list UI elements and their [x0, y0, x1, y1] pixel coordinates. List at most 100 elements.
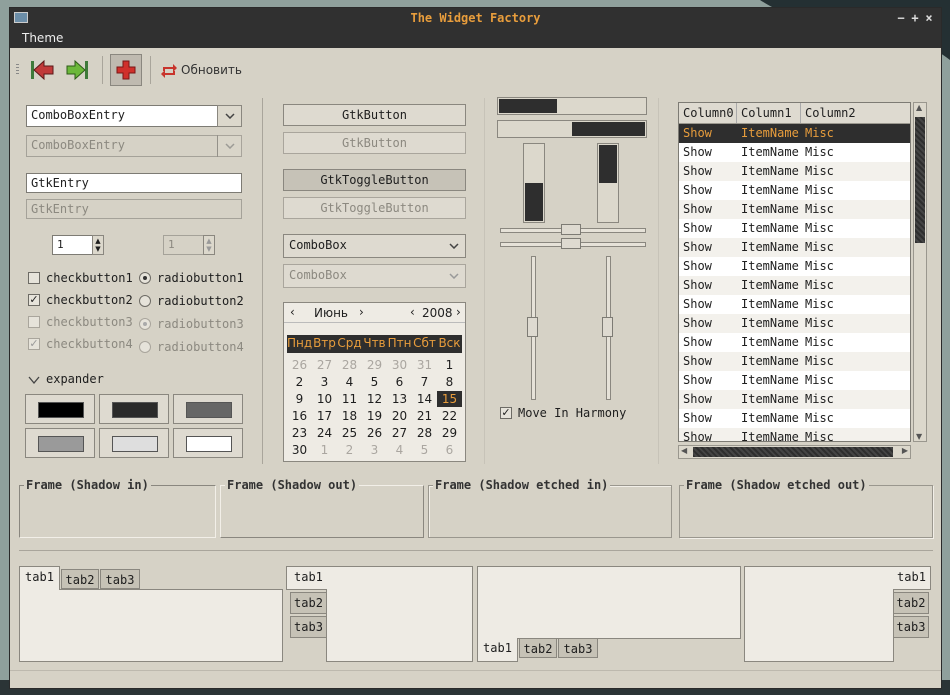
notebook-left-tab1[interactable]: tab1 — [286, 566, 327, 590]
calendar-day[interactable]: 11 — [337, 391, 362, 407]
calendar-day[interactable]: 30 — [287, 442, 312, 458]
color-button-midgray[interactable] — [25, 428, 95, 458]
calendar-day[interactable]: 26 — [362, 425, 387, 441]
vertical-scale-2[interactable] — [602, 256, 613, 400]
calendar-day[interactable]: 4 — [387, 442, 412, 458]
tree-row[interactable]: Show ItemName Misc — [679, 143, 910, 162]
horizontal-scale-2[interactable] — [500, 238, 646, 249]
refresh-button[interactable]: Обновить — [160, 58, 242, 82]
calendar-day[interactable]: 5 — [412, 442, 437, 458]
radiobutton2-label[interactable]: radiobutton2 — [157, 294, 244, 308]
calendar-day[interactable]: 15 — [437, 391, 462, 407]
tree-row[interactable]: Show ItemName Misc — [679, 219, 910, 238]
color-button-dark[interactable] — [99, 394, 169, 424]
close-button[interactable]: × — [922, 8, 936, 28]
go-last-button[interactable] — [62, 54, 94, 86]
calendar-day[interactable]: 21 — [412, 408, 437, 424]
color-button-white[interactable] — [173, 428, 243, 458]
vertical-scale-1[interactable] — [527, 256, 538, 400]
toolbar-grip[interactable] — [16, 64, 19, 74]
notebook-bottom-tab1[interactable]: tab1 — [477, 638, 518, 662]
scroll-right-icon[interactable]: ▶ — [902, 446, 908, 455]
vertical-scale-2-slider[interactable] — [602, 317, 613, 337]
scroll-up-icon[interactable]: ▲ — [916, 103, 922, 112]
calendar-prev-month-icon[interactable]: ‹ — [290, 305, 295, 319]
calendar-next-year-icon[interactable]: › — [456, 305, 461, 319]
tree-horizontal-scroll-thumb[interactable] — [693, 447, 893, 457]
notebook-right-tab2[interactable]: tab2 — [893, 592, 929, 614]
calendar-day[interactable]: 26 — [287, 357, 312, 373]
notebook-bottom-tab3[interactable]: tab3 — [558, 638, 598, 658]
tree-row[interactable]: Show ItemName Misc — [679, 162, 910, 181]
notebook-right-tab3[interactable]: tab3 — [893, 616, 929, 638]
radiobutton1-circle[interactable] — [139, 272, 151, 284]
spin-up-icon[interactable]: ▲ — [95, 237, 100, 245]
spin-button-arrows[interactable]: ▲ ▼ — [92, 235, 104, 255]
notebook-top-tab2[interactable]: tab2 — [61, 569, 99, 589]
radiobutton2-circle[interactable] — [139, 295, 151, 307]
spin-down-icon[interactable]: ▼ — [95, 245, 100, 253]
combobox[interactable]: ComboBox — [283, 234, 466, 258]
calendar-day[interactable]: 31 — [412, 357, 437, 373]
calendar-day[interactable]: 4 — [337, 374, 362, 390]
calendar-day[interactable]: 24 — [312, 425, 337, 441]
go-first-button[interactable] — [26, 54, 58, 86]
calendar-day[interactable]: 14 — [412, 391, 437, 407]
tree-row[interactable]: Show ItemName Misc — [679, 238, 910, 257]
checkbutton1-box[interactable] — [28, 272, 40, 284]
scroll-left-icon[interactable]: ◀ — [681, 446, 687, 455]
calendar-day[interactable]: 1 — [437, 357, 462, 373]
vertical-scale-1-slider[interactable] — [527, 317, 538, 337]
horizontal-scale-1[interactable] — [500, 224, 646, 235]
calendar-day[interactable]: 3 — [362, 442, 387, 458]
notebook-left-tab2[interactable]: tab2 — [290, 592, 327, 614]
calendar-day[interactable]: 9 — [287, 391, 312, 407]
tree-row[interactable]: Show ItemName Misc — [679, 390, 910, 409]
expander-label[interactable]: expander — [46, 372, 104, 386]
tree-row[interactable]: Show ItemName Misc — [679, 371, 910, 390]
calendar-day[interactable]: 29 — [437, 425, 462, 441]
calendar-day[interactable]: 3 — [312, 374, 337, 390]
tree-row[interactable]: Show ItemName Misc — [679, 409, 910, 428]
calendar-day[interactable]: 23 — [287, 425, 312, 441]
notebook-bottom-tab2[interactable]: tab2 — [519, 638, 557, 658]
calendar-day[interactable]: 30 — [387, 357, 412, 373]
tree-vertical-scrollbar[interactable]: ▲ ▼ — [913, 102, 927, 442]
tree-vertical-scroll-thumb[interactable] — [915, 117, 925, 243]
calendar-day[interactable]: 6 — [437, 442, 462, 458]
tree-horizontal-scrollbar[interactable]: ◀ ▶ — [678, 445, 911, 459]
tree-row[interactable]: Show ItemName Misc — [679, 257, 910, 276]
checkbutton2-label[interactable]: checkbutton2 — [46, 293, 133, 307]
combobox-entry-dropdown[interactable] — [217, 105, 242, 127]
tree-row[interactable]: Show ItemName Misc — [679, 181, 910, 200]
move-in-harmony-box[interactable]: ✓ — [500, 407, 512, 419]
move-in-harmony-label[interactable]: Move In Harmony — [518, 406, 626, 420]
calendar-day[interactable]: 22 — [437, 408, 462, 424]
scroll-down-icon[interactable]: ▼ — [916, 432, 922, 441]
tree-row[interactable]: Show ItemName Misc — [679, 124, 910, 143]
maximize-button[interactable]: + — [908, 8, 922, 28]
calendar-day[interactable]: 5 — [362, 374, 387, 390]
notebook-top-tab1[interactable]: tab1 — [19, 566, 60, 590]
tree-row[interactable]: Show ItemName Misc — [679, 352, 910, 371]
color-button-gray[interactable] — [173, 394, 243, 424]
column-header[interactable]: Column1 — [741, 106, 792, 120]
horizontal-scale-1-slider[interactable] — [561, 224, 581, 235]
calendar-day[interactable]: 29 — [362, 357, 387, 373]
tree-row[interactable]: Show ItemName Misc — [679, 276, 910, 295]
calendar-day[interactable]: 7 — [412, 374, 437, 390]
calendar-day[interactable]: 8 — [437, 374, 462, 390]
checkbutton2-box[interactable]: ✓ — [28, 294, 40, 306]
tree-row[interactable]: Show ItemName Misc — [679, 295, 910, 314]
checkbutton1-label[interactable]: checkbutton1 — [46, 271, 133, 285]
color-button-lightgray[interactable] — [99, 428, 169, 458]
notebook-left-tab3[interactable]: tab3 — [290, 616, 327, 638]
horizontal-scale-2-slider[interactable] — [561, 238, 581, 249]
calendar-day[interactable]: 13 — [387, 391, 412, 407]
tree-view[interactable]: Column0 Column1 Column2 Show ItemName Misc… — [678, 102, 911, 442]
calendar-day[interactable]: 28 — [412, 425, 437, 441]
calendar-prev-year-icon[interactable]: ‹ — [410, 305, 415, 319]
gtk-toggle-button[interactable]: GtkToggleButton — [283, 169, 466, 191]
color-button-black[interactable] — [25, 394, 95, 424]
calendar-day[interactable]: 17 — [312, 408, 337, 424]
